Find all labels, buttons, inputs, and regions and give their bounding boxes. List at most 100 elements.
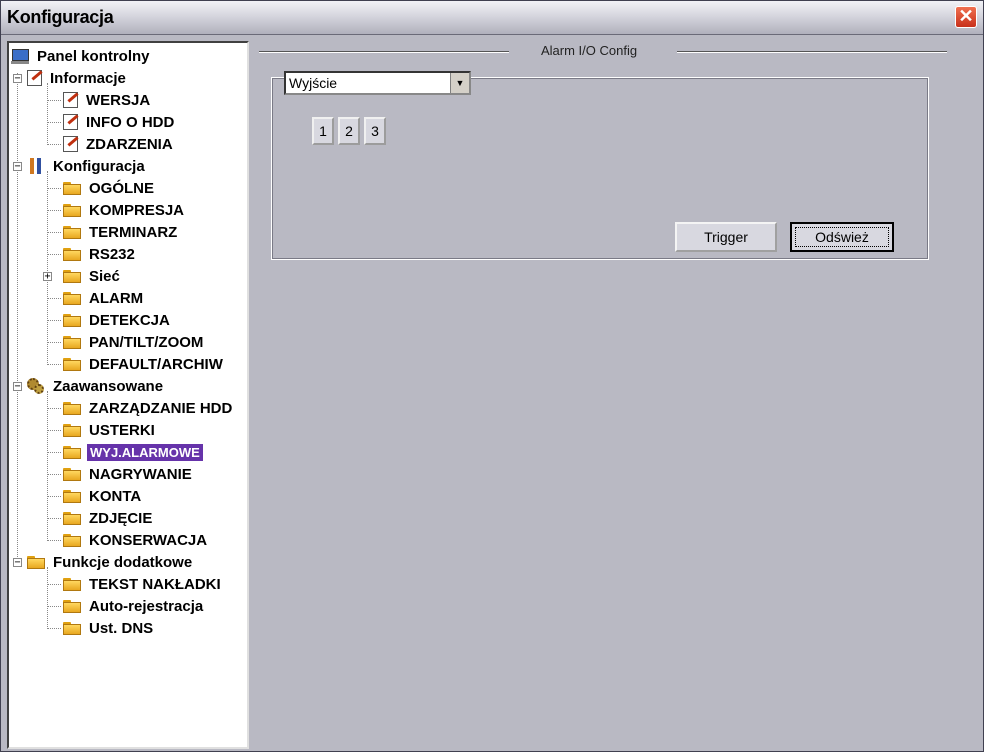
tree-group-informacje[interactable]: Informacje <box>27 67 128 89</box>
tree-group-konfiguracja[interactable]: Konfiguracja <box>27 155 147 177</box>
tree-item-detekcja[interactable]: DETEKCJA <box>63 309 172 331</box>
tree-connector <box>47 144 61 145</box>
tree-item-konserwacja[interactable]: KONSERWACJA <box>63 529 209 551</box>
tree-item-konta[interactable]: KONTA <box>63 485 143 507</box>
tree-connector <box>47 474 61 475</box>
tree-item-default-archiw[interactable]: DEFAULT/ARCHIW <box>63 353 225 375</box>
tree-connector <box>47 342 61 343</box>
groupbox-line-right <box>677 51 947 53</box>
tree-item-tekst-nakladki[interactable]: TEKST NAKŁADKI <box>63 573 223 595</box>
tree-item-zdarzenia[interactable]: ZDARZENIA <box>63 133 175 155</box>
tree-item-kompresja[interactable]: KOMPRESJA <box>63 199 186 221</box>
tree-item-zarzadzanie-hdd[interactable]: ZARZĄDZANIE HDD <box>63 397 234 419</box>
computer-icon <box>11 48 29 64</box>
expand-toggle[interactable]: + <box>43 272 52 282</box>
title-bar[interactable]: Konfiguracja ✕ <box>1 1 983 35</box>
tree-connector <box>17 73 18 563</box>
folder-icon <box>63 422 81 438</box>
folder-icon <box>63 268 81 284</box>
tree-group-funkcje[interactable]: Funkcje dodatkowe <box>27 551 194 573</box>
folder-icon <box>63 576 81 592</box>
edit-document-icon <box>63 92 78 108</box>
channel-button-3[interactable]: 3 <box>364 117 386 145</box>
folder-icon <box>63 466 81 482</box>
close-button[interactable]: ✕ <box>955 6 977 28</box>
tree-item-ust-dns[interactable]: Ust. DNS <box>63 617 155 639</box>
tree-connector <box>47 210 61 211</box>
tree-connector <box>47 188 61 189</box>
refresh-button-label: Odśwież <box>795 227 889 247</box>
folder-icon <box>63 532 81 548</box>
folder-icon <box>63 202 81 218</box>
tree-connector <box>47 606 61 607</box>
folder-icon <box>63 444 81 460</box>
tree-connector <box>47 540 61 541</box>
collapse-toggle[interactable]: − <box>13 558 22 568</box>
folder-icon <box>63 290 81 306</box>
folder-icon <box>63 620 81 636</box>
groupbox-line-left <box>259 51 509 53</box>
tree-connector <box>47 254 61 255</box>
edit-document-icon <box>27 70 42 86</box>
tree-connector <box>47 452 61 453</box>
tree-connector <box>47 430 61 431</box>
groupbox-title: Alarm I/O Config <box>531 43 648 58</box>
tree-connector <box>47 171 48 363</box>
tree-connector <box>47 584 61 585</box>
collapse-toggle[interactable]: − <box>13 382 22 392</box>
close-icon: ✕ <box>958 6 974 26</box>
tree-item-ogolne[interactable]: OGÓLNE <box>63 177 156 199</box>
folder-icon <box>63 488 81 504</box>
tree-item-nagrywanie[interactable]: NAGRYWANIE <box>63 463 194 485</box>
trigger-button[interactable]: Trigger <box>675 222 777 252</box>
folder-icon <box>63 180 81 196</box>
window-title: Konfiguracja <box>7 7 114 27</box>
tree-group-zaawansowane[interactable]: Zaawansowane <box>27 375 165 397</box>
tree-connector <box>47 391 48 539</box>
folder-icon <box>63 224 81 240</box>
tree-item-info-hdd[interactable]: INFO O HDD <box>63 111 176 133</box>
tree-connector <box>47 628 61 629</box>
mode-select[interactable]: Wyjście ▼ <box>284 71 471 95</box>
chevron-down-icon[interactable]: ▼ <box>450 73 469 93</box>
tree-item-wersja[interactable]: WERSJA <box>63 89 152 111</box>
tree-connector <box>47 122 61 123</box>
tree-item-ptz[interactable]: PAN/TILT/ZOOM <box>63 331 205 353</box>
channel-button-1[interactable]: 1 <box>312 117 334 145</box>
tree-item-auto-rejestracja[interactable]: Auto-rejestracja <box>63 595 205 617</box>
tree-item-alarm[interactable]: ALARM <box>63 287 145 309</box>
collapse-toggle[interactable]: − <box>13 74 22 84</box>
navigation-tree: Panel kontrolny − Informacje WERSJA INFO… <box>7 41 249 749</box>
tree-item-wyj-alarmowe[interactable]: WYJ.ALARMOWE <box>63 441 203 463</box>
tree-connector <box>47 83 48 143</box>
tree-item-rs232[interactable]: RS232 <box>63 243 137 265</box>
tree-connector <box>47 408 61 409</box>
tree-connector <box>47 567 48 627</box>
tree-item-usterki[interactable]: USTERKI <box>63 419 157 441</box>
tools-icon <box>27 158 45 174</box>
edit-document-icon <box>63 114 78 130</box>
tree-connector <box>47 100 61 101</box>
tree-connector <box>47 364 61 365</box>
folder-icon <box>63 356 81 372</box>
folder-icon <box>63 400 81 416</box>
config-window: Konfiguracja ✕ Panel kontrolny − Informa… <box>0 0 984 752</box>
folder-icon <box>27 554 45 570</box>
folder-icon <box>63 598 81 614</box>
tree-connector <box>47 232 61 233</box>
gears-icon <box>27 378 45 394</box>
folder-icon <box>63 246 81 262</box>
tree-connector <box>47 518 61 519</box>
tree-item-siec[interactable]: Sieć <box>63 265 122 287</box>
channel-button-2[interactable]: 2 <box>338 117 360 145</box>
tree-item-zdjecie[interactable]: ZDJĘCIE <box>63 507 154 529</box>
tree-root[interactable]: Panel kontrolny <box>11 45 152 67</box>
edit-document-icon <box>63 136 78 152</box>
tree-connector <box>47 496 61 497</box>
tree-item-terminarz[interactable]: TERMINARZ <box>63 221 179 243</box>
folder-icon <box>63 334 81 350</box>
folder-icon <box>63 312 81 328</box>
refresh-button[interactable]: Odśwież <box>790 222 894 252</box>
folder-icon <box>63 510 81 526</box>
collapse-toggle[interactable]: − <box>13 162 22 172</box>
